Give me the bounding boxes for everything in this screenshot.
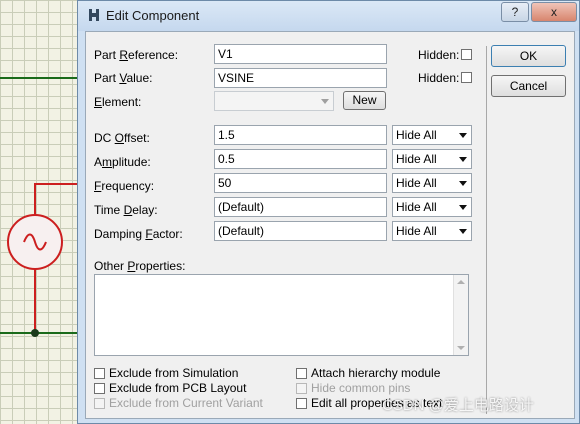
wire-top xyxy=(0,77,80,79)
source-lead-bottom xyxy=(34,269,36,333)
exclude-pcb-label: Exclude from PCB Layout xyxy=(109,381,247,395)
hide-common-pins-checkbox[interactable] xyxy=(296,383,307,394)
time-delay-label: Time Delay: xyxy=(94,203,158,217)
source-lead-top xyxy=(34,183,36,215)
ok-button[interactable]: OK xyxy=(491,45,566,67)
wire-bottom xyxy=(0,332,80,334)
hide-common-pins-label: Hide common pins xyxy=(311,381,411,395)
edit-all-properties-checkbox[interactable] xyxy=(296,398,307,409)
damping-factor-input[interactable]: (Default) xyxy=(214,221,387,241)
dc-offset-input[interactable]: 1.5 xyxy=(214,125,387,145)
sine-source-symbol[interactable] xyxy=(7,214,63,270)
dc-offset-visibility-select[interactable]: Hide All xyxy=(392,125,472,145)
exclude-variant-checkbox[interactable] xyxy=(94,398,105,409)
attach-hierarchy-checkbox[interactable] xyxy=(296,368,307,379)
amplitude-visibility-select[interactable]: Hide All xyxy=(392,149,472,169)
cancel-button[interactable]: Cancel xyxy=(491,75,566,97)
element-label: Element: xyxy=(94,95,142,109)
junction-dot xyxy=(31,329,39,337)
close-button[interactable]: x xyxy=(531,2,577,22)
exclude-pcb-checkbox[interactable] xyxy=(94,383,105,394)
exclude-variant-label: Exclude from Current Variant xyxy=(109,396,263,410)
chevron-down-icon xyxy=(459,181,467,186)
part-reference-input[interactable]: V1 xyxy=(214,44,387,64)
other-properties-textarea[interactable] xyxy=(94,274,469,356)
element-select[interactable] xyxy=(214,91,334,111)
help-button[interactable]: ? xyxy=(501,2,529,22)
part-value-label: Part Value: xyxy=(94,71,153,85)
sine-wave-icon xyxy=(23,233,47,251)
time-delay-input[interactable]: (Default) xyxy=(214,197,387,217)
component-icon xyxy=(89,9,99,21)
chevron-down-icon xyxy=(459,229,467,234)
chevron-down-icon xyxy=(459,133,467,138)
scroll-up-icon[interactable] xyxy=(457,280,465,284)
frequency-input[interactable]: 50 xyxy=(214,173,387,193)
source-lead-top-horizontal xyxy=(34,183,80,185)
vertical-separator xyxy=(486,46,487,414)
part-reference-label: Part Reference: xyxy=(94,48,179,62)
scroll-down-icon[interactable] xyxy=(457,346,465,350)
frequency-label: Frequency: xyxy=(94,179,155,193)
frequency-visibility-select[interactable]: Hide All xyxy=(392,173,472,193)
part-value-input[interactable]: VSINE xyxy=(214,68,387,88)
schematic-canvas xyxy=(0,0,80,424)
amplitude-input[interactable]: 0.5 xyxy=(214,149,387,169)
exclude-simulation-checkbox[interactable] xyxy=(94,368,105,379)
dialog-title: Edit Component xyxy=(106,8,200,23)
dc-offset-label: DC Offset: xyxy=(94,131,150,145)
part-value-hidden-label: Hidden: xyxy=(418,71,460,85)
time-delay-visibility-select[interactable]: Hide All xyxy=(392,197,472,217)
part-reference-hidden-label: Hidden: xyxy=(418,48,460,62)
chevron-down-icon xyxy=(321,99,329,104)
title-bar: Edit Component ? x xyxy=(78,1,579,31)
attach-hierarchy-label: Attach hierarchy module xyxy=(311,366,441,380)
watermark: CSDN @爱上电路设计 xyxy=(382,397,534,414)
other-properties-label: Other Properties: xyxy=(94,259,186,273)
chevron-down-icon xyxy=(459,205,467,210)
part-value-hidden-checkbox[interactable] xyxy=(461,72,472,83)
new-element-button[interactable]: New xyxy=(343,91,386,110)
amplitude-label: Amplitude: xyxy=(94,155,151,169)
dialog-body: Part Reference: V1 Hidden: Part Value: V… xyxy=(85,31,575,419)
damping-factor-visibility-select[interactable]: Hide All xyxy=(392,221,472,241)
edit-component-dialog: Edit Component ? x Part Reference: V1 Hi… xyxy=(77,0,580,424)
damping-factor-label: Damping Factor: xyxy=(94,227,183,241)
part-reference-hidden-checkbox[interactable] xyxy=(461,49,472,60)
other-properties-scrollbar[interactable] xyxy=(453,275,468,355)
exclude-simulation-label: Exclude from Simulation xyxy=(109,366,239,380)
chevron-down-icon xyxy=(459,157,467,162)
